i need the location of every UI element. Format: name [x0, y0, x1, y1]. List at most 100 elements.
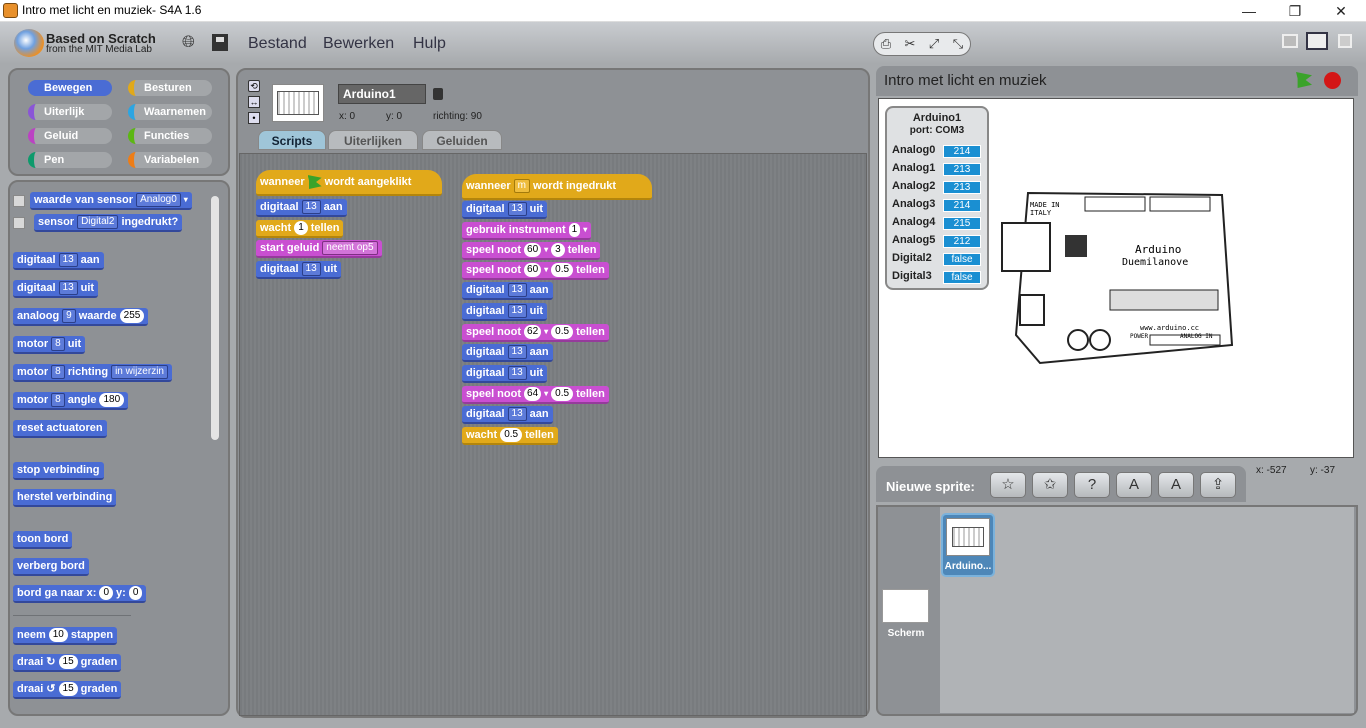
- block-show-board[interactable]: toon bord: [13, 531, 73, 549]
- block-hide-board[interactable]: verberg bord: [13, 558, 89, 576]
- block-motor-direction[interactable]: motor 8 richting in wijzerzin: [13, 364, 172, 382]
- no-rotate-icon[interactable]: •: [248, 112, 260, 124]
- block-motor-angle[interactable]: motor 8 angle 180: [13, 392, 129, 410]
- random-sprite-icon[interactable]: ?: [1074, 472, 1110, 498]
- import-board-icon[interactable]: ⇪: [1200, 472, 1236, 498]
- board-label-model: Duemilanove: [1122, 257, 1188, 268]
- block-play-note[interactable]: speel noot 60 ▾ 0.5 tellen: [462, 262, 609, 280]
- block-wait[interactable]: wacht 0.5 tellen: [462, 427, 558, 445]
- block-digital-on[interactable]: digitaal 13 aan: [462, 282, 553, 300]
- delete-scissors-icon[interactable]: ✂: [902, 36, 918, 52]
- block-digital-off[interactable]: digitaal 13 uit: [13, 280, 99, 298]
- save-icon[interactable]: [212, 34, 228, 51]
- shrink-icon[interactable]: ⤡: [950, 36, 966, 52]
- minimize-button[interactable]: —: [1226, 1, 1272, 21]
- menu-edit[interactable]: Bewerken: [323, 35, 394, 53]
- category-pen[interactable]: Pen: [28, 152, 112, 168]
- block-digital-off[interactable]: digitaal 13 uit: [256, 261, 342, 279]
- tab-sounds[interactable]: Geluiden: [422, 130, 502, 150]
- sensor-value-checkbox[interactable]: [13, 195, 25, 207]
- block-sensor-pressed[interactable]: sensor Digital2 ingedrukt?: [34, 214, 183, 232]
- block-analog-value[interactable]: analoog 9 waarde 255: [13, 308, 149, 326]
- restore-button[interactable]: ❐: [1272, 1, 1318, 21]
- board-label-italy: ITALY: [1030, 209, 1052, 217]
- rotate-style-icon[interactable]: ⟲: [248, 80, 260, 92]
- block-motor-off[interactable]: motor 8 uit: [13, 336, 86, 354]
- category-sound[interactable]: Geluid: [28, 128, 112, 144]
- sensor-row-label: Analog5: [892, 234, 936, 246]
- block-reset-actuators[interactable]: reset actuatoren: [13, 420, 107, 438]
- green-flag-icon[interactable]: [1296, 72, 1312, 88]
- block-digital-on[interactable]: digitaal 13 aan: [256, 199, 347, 217]
- palette-scrollbar[interactable]: [211, 196, 219, 440]
- lock-icon[interactable]: [433, 88, 443, 100]
- stage-header: Intro met licht en muziek: [876, 66, 1358, 96]
- block-set-instrument[interactable]: gebruik instrument 1 ▾: [462, 222, 592, 240]
- block-wait[interactable]: wacht 1 tellen: [256, 220, 344, 238]
- globe-language-icon[interactable]: 🌐︎: [182, 34, 195, 52]
- board-sprite-icon[interactable]: A: [1116, 472, 1152, 498]
- board-label-power: POWER: [1130, 333, 1148, 340]
- flip-style-icon[interactable]: ↔: [248, 96, 260, 108]
- choose-sprite-file-icon[interactable]: ✩: [1032, 472, 1068, 498]
- sensor-row-label: Digital2: [892, 252, 932, 264]
- category-looks[interactable]: Uiterlijk: [28, 104, 112, 120]
- stop-sign-icon[interactable]: [1324, 72, 1341, 89]
- block-digital-on[interactable]: digitaal 13 aan: [462, 344, 553, 362]
- menu-help[interactable]: Hulp: [413, 35, 446, 53]
- block-digital-off[interactable]: digitaal 13 uit: [462, 365, 548, 383]
- stage-thumbnail[interactable]: [882, 589, 929, 623]
- sensor-row-value: false: [943, 253, 981, 266]
- block-turn-counterclockwise[interactable]: draai ↺ 15 graden: [13, 681, 122, 699]
- board-label-url: www.arduino.cc: [1140, 324, 1199, 332]
- sensor-row-label: Analog1: [892, 162, 936, 174]
- block-digital-on[interactable]: digitaal 13 aan: [462, 406, 553, 424]
- edit-board-icon[interactable]: A: [1158, 472, 1194, 498]
- board-port: port: COM3: [909, 125, 965, 136]
- sprite-direction: richting: 90: [433, 111, 482, 122]
- block-play-note[interactable]: speel noot 60 ▾ 3 tellen: [462, 242, 601, 260]
- grow-icon[interactable]: ⤢: [926, 36, 942, 52]
- category-motion[interactable]: Bewegen: [28, 80, 112, 96]
- category-operators[interactable]: Functies: [128, 128, 212, 144]
- board-title: Arduino1: [912, 112, 962, 124]
- hat-key-pressed[interactable]: wanneer m wordt ingedrukt: [462, 174, 652, 200]
- presentation-mode-icon[interactable]: [1338, 34, 1352, 48]
- category-variables[interactable]: Variabelen: [128, 152, 212, 168]
- sprite-y: y: 0: [386, 111, 403, 122]
- sensor-pressed-checkbox[interactable]: [13, 217, 25, 229]
- sensor-row-value: 214: [943, 145, 981, 158]
- block-digital-off[interactable]: digitaal 13 uit: [462, 201, 548, 219]
- block-digital-off[interactable]: digitaal 13 uit: [462, 303, 548, 321]
- tab-costumes[interactable]: Uiterlijken: [328, 130, 418, 150]
- board-label-name: Arduino: [1135, 243, 1181, 256]
- block-move-steps[interactable]: neem 10 stappen: [13, 627, 118, 645]
- category-sensing[interactable]: Waarnemen: [128, 104, 212, 120]
- block-stop-connection[interactable]: stop verbinding: [13, 462, 104, 480]
- duplicate-stamp-icon[interactable]: ⎙: [878, 36, 894, 52]
- small-stage-icon[interactable]: [1282, 34, 1298, 48]
- sprite-tools-group: ⎙ ✂ ⤢ ⤡: [873, 32, 971, 56]
- block-play-sound[interactable]: start geluid neemt op5: [256, 240, 382, 258]
- block-digital-on[interactable]: digitaal 13 aan: [13, 252, 104, 270]
- sensor-row-label: Analog3: [892, 198, 936, 210]
- sprite-thumbnail-label: Arduino...: [944, 561, 992, 572]
- board-label-analog: ANALOG IN: [1180, 333, 1213, 340]
- block-board-goto[interactable]: bord ga naar x: 0 y: 0: [13, 585, 147, 603]
- block-turn-clockwise[interactable]: draai ↻ 15 graden: [13, 654, 122, 672]
- block-play-note[interactable]: speel noot 62 ▾ 0.5 tellen: [462, 324, 609, 342]
- sprite-name-field[interactable]: Arduino1: [338, 84, 426, 104]
- tab-scripts[interactable]: Scripts: [258, 130, 326, 150]
- block-play-note[interactable]: speel noot 64 ▾ 0.5 tellen: [462, 386, 609, 404]
- category-control[interactable]: Besturen: [128, 80, 212, 96]
- normal-stage-icon[interactable]: [1306, 32, 1328, 50]
- sprite-list: [940, 507, 1354, 713]
- turn-clockwise-icon: ↻: [46, 656, 56, 668]
- hat-green-flag-clicked[interactable]: wanneer wordt aangeklikt: [256, 170, 442, 196]
- block-restore-connection[interactable]: herstel verbinding: [13, 489, 117, 507]
- block-sensor-value[interactable]: waarde van sensor Analog0 ▾: [30, 192, 192, 210]
- menu-file[interactable]: Bestand: [248, 35, 307, 53]
- paint-new-sprite-icon[interactable]: ☆: [990, 472, 1026, 498]
- sensor-board-panel[interactable]: Arduino1 port: COM3 Analog0 214 Analog1 213…: [885, 106, 989, 290]
- close-button[interactable]: ✕: [1318, 1, 1364, 21]
